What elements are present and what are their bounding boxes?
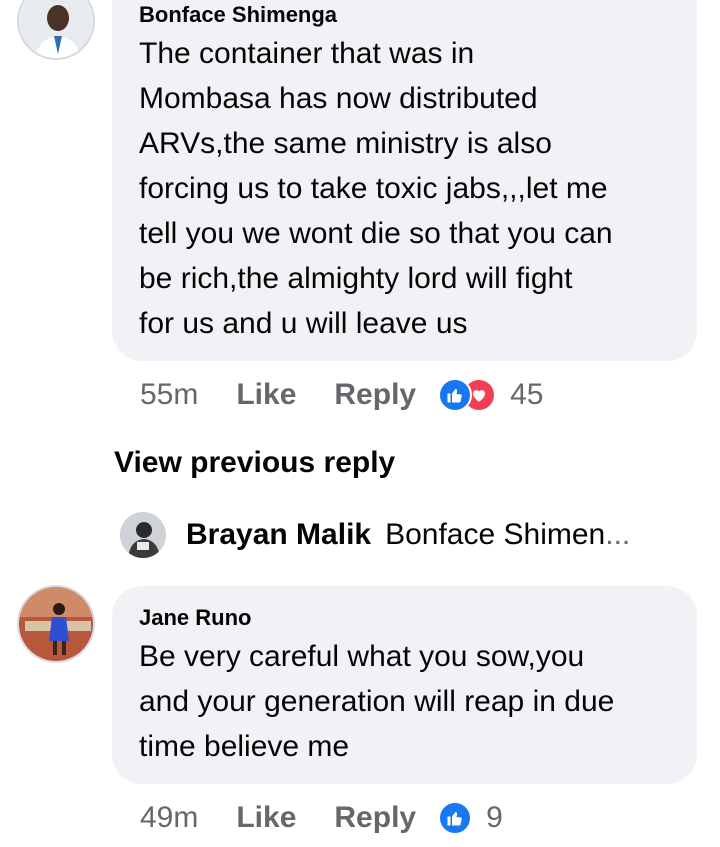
comment-time: 55m [140, 378, 199, 411]
avatar-bonface[interactable] [17, 0, 95, 60]
comment-actions: 55m Like Reply 45 [140, 378, 543, 412]
reply-author[interactable]: Brayan Malik [186, 518, 371, 552]
reaction-count[interactable]: 9 [486, 801, 503, 835]
avatar-brayan[interactable] [120, 512, 166, 558]
comment-text: Be very careful what you sow,you and you… [139, 640, 615, 763]
person-photo-icon [19, 587, 93, 661]
reply-preview[interactable]: Brayan Malik Bonface Shimen ... [120, 512, 630, 558]
comment-author[interactable]: Bonface Shimenga [139, 2, 337, 28]
ellipsis: ... [605, 518, 631, 551]
like-button[interactable]: Like [236, 378, 296, 412]
avatar-jane[interactable] [17, 585, 95, 663]
comment-actions: 49m Like Reply 9 [140, 801, 503, 835]
comment-author[interactable]: Jane Runo [139, 605, 251, 631]
comment-time: 49m [140, 801, 199, 834]
reply-button[interactable]: Reply [334, 801, 416, 835]
reaction-count[interactable]: 45 [510, 378, 543, 412]
view-previous-reply-link[interactable]: View previous reply [114, 446, 395, 480]
like-icon[interactable] [438, 378, 473, 412]
reply-button[interactable]: Reply [334, 378, 416, 412]
person-photo-icon [19, 0, 93, 58]
reply-snippet[interactable]: Bonface Shimen [385, 518, 605, 552]
like-button[interactable]: Like [236, 801, 296, 835]
comment-text: The container that was in Mombasa has no… [139, 37, 613, 340]
like-icon[interactable] [438, 801, 473, 835]
person-photo-icon [120, 512, 166, 558]
